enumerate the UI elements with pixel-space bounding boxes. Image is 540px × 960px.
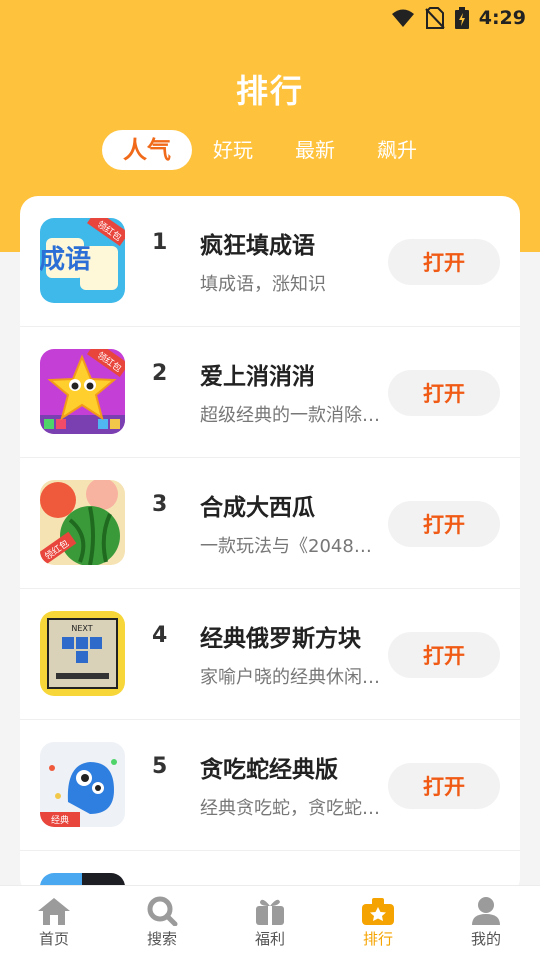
tab-popular[interactable]: 人气 — [102, 130, 192, 170]
ranking-tabs: 人气 好玩 最新 飙升 — [0, 130, 540, 172]
list-item[interactable]: 领红包 2 爱上消消消 超级经典的一款消除游戏 打开 — [20, 327, 520, 458]
nav-ranking[interactable]: 排行 — [324, 892, 432, 958]
bottom-navigation: 首页 搜索 福利 排行 我的 — [0, 885, 540, 960]
open-button[interactable]: 打开 — [388, 501, 500, 547]
rank-number: 3 — [152, 492, 168, 517]
search-icon — [147, 896, 178, 926]
app-description: 超级经典的一款消除游戏 — [200, 405, 380, 426]
rank-number: 1 — [152, 230, 168, 255]
app-description: 填成语，涨知识 — [200, 274, 326, 295]
app-description: 一款玩法与《2048》类似的游戏 — [200, 536, 380, 557]
app-description: 家喻户晓的经典休闲游戏 — [200, 667, 380, 688]
idiom-game-icon: 成语 领红包 — [40, 218, 125, 303]
nav-label: 搜索 — [146, 930, 177, 948]
app-name: 经典俄罗斯方块 — [200, 626, 361, 652]
list-item[interactable]: 领红包 3 合成大西瓜 一款玩法与《2048》类似的游戏 打开 — [20, 458, 520, 589]
open-button[interactable]: 打开 — [388, 763, 500, 809]
ranking-list: 成语 领红包 1 疯狂填成语 填成语，涨知识 打开 领红包 2 爱上消消消 超级… — [20, 196, 520, 896]
open-button[interactable]: 打开 — [388, 632, 500, 678]
home-icon — [38, 898, 70, 925]
gift-icon — [256, 899, 284, 925]
nav-profile[interactable]: 我的 — [432, 892, 540, 958]
tab-fun[interactable]: 好玩 — [202, 130, 264, 170]
icon-badge: 经典 — [51, 814, 69, 826]
app-description: 经典贪吃蛇，贪吃蛇大作战 — [200, 798, 380, 819]
open-button[interactable]: 打开 — [388, 239, 500, 285]
profile-icon — [472, 897, 500, 925]
battery-charging-icon — [454, 7, 469, 29]
no-sim-icon — [425, 7, 445, 29]
tab-newest[interactable]: 最新 — [284, 130, 346, 170]
app-name: 疯狂填成语 — [200, 233, 315, 259]
nav-search[interactable]: 搜索 — [108, 892, 216, 958]
nav-label: 排行 — [362, 930, 393, 948]
rank-number: 4 — [152, 623, 168, 648]
snake-game-icon: 经典 — [40, 742, 125, 827]
app-name: 合成大西瓜 — [200, 495, 315, 521]
rank-number: 2 — [152, 361, 168, 386]
list-item[interactable]: NEXT 4 经典俄罗斯方块 家喻户晓的经典休闲游戏 打开 — [20, 589, 520, 720]
open-button[interactable]: 打开 — [388, 370, 500, 416]
clock: 4:29 — [478, 7, 526, 29]
list-item[interactable]: 经典 5 贪吃蛇经典版 经典贪吃蛇，贪吃蛇大作战 打开 — [20, 720, 520, 851]
wifi-icon — [391, 9, 414, 27]
icon-text: 成语 — [40, 245, 91, 275]
list-item[interactable]: 成语 领红包 1 疯狂填成语 填成语，涨知识 打开 — [20, 196, 520, 327]
nav-welfare[interactable]: 福利 — [216, 892, 324, 958]
watermelon-game-icon: 领红包 — [40, 480, 125, 565]
rank-number: 5 — [152, 754, 168, 779]
star-game-icon: 领红包 — [40, 349, 125, 434]
app-name: 贪吃蛇经典版 — [200, 757, 338, 783]
icon-text: NEXT — [71, 624, 92, 633]
ranking-icon — [362, 898, 394, 925]
tab-rising[interactable]: 飙升 — [366, 130, 428, 170]
page-title: 排行 — [235, 72, 304, 110]
nav-label: 我的 — [470, 930, 501, 948]
nav-label: 福利 — [254, 930, 285, 948]
tetris-game-icon: NEXT — [40, 611, 125, 696]
app-name: 爱上消消消 — [200, 364, 315, 390]
nav-label: 首页 — [38, 930, 69, 948]
nav-home[interactable]: 首页 — [0, 892, 108, 958]
status-bar: 4:29 — [0, 0, 540, 36]
